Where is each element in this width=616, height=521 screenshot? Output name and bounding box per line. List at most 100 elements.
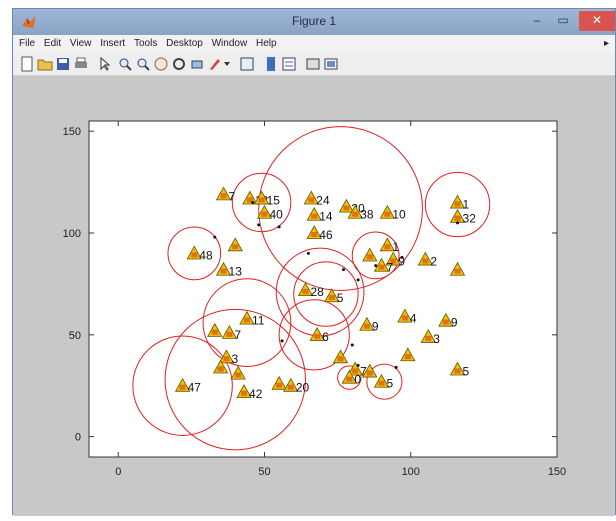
node-marker-core (454, 268, 461, 274)
node-marker-core (223, 356, 230, 362)
sink-marker (213, 235, 217, 239)
brush-dropdown-icon[interactable] (223, 56, 231, 72)
sink-marker (356, 278, 360, 282)
y-tick-label: 0 (75, 432, 81, 444)
node-marker-core (226, 331, 233, 337)
node-label: 20 (296, 381, 310, 395)
node-marker-core (401, 315, 408, 321)
node-label: 46 (319, 228, 333, 242)
node-label: 0 (354, 373, 361, 387)
node-label: 6 (322, 330, 329, 344)
node-marker-core (217, 366, 224, 372)
node-marker-core (287, 384, 294, 390)
node-marker-core (235, 372, 242, 378)
node-marker-core (384, 211, 391, 217)
menu-file[interactable]: File (19, 35, 35, 53)
zoom-out-icon[interactable] (135, 56, 151, 72)
x-tick-label: 0 (115, 466, 121, 478)
x-tick-label: 150 (548, 466, 566, 478)
node-marker-core (366, 254, 373, 260)
node-marker-core (404, 354, 411, 360)
node-marker-core (366, 370, 373, 376)
node-marker-core (352, 211, 359, 217)
node-marker-core (258, 197, 265, 203)
node-marker-core (211, 329, 218, 335)
menu-help[interactable]: Help (256, 35, 277, 53)
sink-marker (257, 223, 261, 227)
brush-icon[interactable] (207, 56, 223, 72)
node-marker-core (454, 368, 461, 374)
sink-marker (306, 251, 310, 255)
y-tick-label: 100 (63, 228, 81, 240)
node-label: 40 (270, 208, 284, 222)
rotate-3d-icon[interactable] (171, 56, 187, 72)
node-label: 15 (267, 193, 281, 207)
node-label: 10 (392, 208, 406, 222)
menu-desktop[interactable]: Desktop (166, 35, 203, 53)
node-marker-core (314, 333, 321, 339)
node-marker-core (384, 244, 391, 250)
zoom-in-icon[interactable] (117, 56, 133, 72)
hide-tools-icon[interactable] (305, 56, 321, 72)
menu-tools[interactable]: Tools (134, 35, 157, 53)
scatter-plot[interactable]: 7181540241446303810132481319722851176949… (13, 76, 616, 516)
x-tick-label: 100 (402, 466, 420, 478)
menu-insert[interactable]: Insert (100, 35, 125, 53)
node-label: 5 (463, 364, 470, 378)
node-label: 48 (199, 248, 213, 262)
node-label: 2 (430, 254, 437, 268)
save-icon[interactable] (55, 56, 71, 72)
open-file-icon[interactable] (37, 56, 53, 72)
node-label: 3 (231, 352, 238, 366)
sink-marker (456, 221, 460, 225)
node-label: 3 (433, 332, 440, 346)
node-marker-core (378, 264, 385, 270)
node-label: 4 (410, 311, 417, 325)
sink-marker (251, 200, 255, 204)
node-label: 5 (337, 291, 344, 305)
pointer-icon[interactable] (97, 56, 113, 72)
link-plot-icon[interactable] (239, 56, 255, 72)
node-label: 32 (463, 212, 477, 226)
node-label: 42 (249, 387, 263, 401)
node-marker-core (261, 211, 268, 217)
menu-edit[interactable]: Edit (44, 35, 61, 53)
node-label: 7 (229, 189, 236, 203)
node-marker-core (308, 197, 315, 203)
data-cursor-icon[interactable] (189, 56, 205, 72)
node-label: 28 (310, 285, 324, 299)
node-marker-core (220, 193, 227, 199)
pan-icon[interactable] (153, 56, 169, 72)
node-marker-core (311, 213, 318, 219)
node-marker-core (454, 201, 461, 207)
new-figure-icon[interactable] (19, 56, 35, 72)
node-marker-core (328, 295, 335, 301)
node-label: 7 (234, 328, 241, 342)
menu-overflow-icon[interactable]: ▸ (604, 35, 609, 53)
sink-marker (277, 225, 281, 229)
node-marker-core (179, 384, 186, 390)
y-tick-label: 150 (63, 126, 81, 138)
figure-window: Figure 1 – ▭ ✕ File Edit View Insert Too… (12, 8, 616, 516)
colorbar-icon[interactable] (263, 56, 279, 72)
menu-view[interactable]: View (70, 35, 92, 53)
sink-marker (350, 343, 354, 347)
sink-marker (341, 268, 345, 272)
node-marker-core (337, 356, 344, 362)
node-label: 13 (229, 265, 243, 279)
close-button[interactable]: ✕ (579, 11, 615, 31)
minimize-button[interactable]: – (525, 11, 549, 31)
node-marker-core (243, 317, 250, 323)
figure-toolbar (13, 53, 615, 76)
menu-window[interactable]: Window (212, 35, 248, 53)
node-label: 11 (252, 314, 265, 328)
print-icon[interactable] (73, 56, 89, 72)
node-marker-core (454, 215, 461, 221)
node-marker-core (422, 258, 429, 264)
node-label: 5 (387, 377, 394, 391)
node-marker-core (232, 244, 239, 250)
show-tools-icon[interactable] (323, 56, 339, 72)
legend-icon[interactable] (281, 56, 297, 72)
maximize-button[interactable]: ▭ (551, 11, 575, 31)
title-bar[interactable]: Figure 1 – ▭ ✕ (13, 9, 615, 35)
